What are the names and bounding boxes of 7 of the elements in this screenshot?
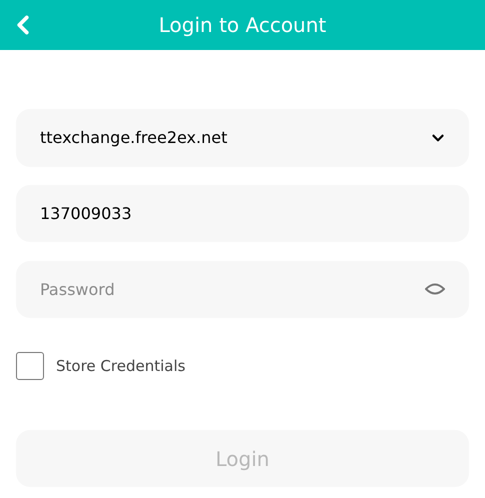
eye-icon[interactable] [425,283,445,295]
checkbox-label: Store Credentials [56,356,186,377]
login-field[interactable]: 137009033 [16,185,469,242]
server-dropdown[interactable]: ttexchange.free2ex.net [16,109,469,167]
window-title: Login to Account [158,12,326,39]
checkbox[interactable] [16,352,44,380]
password-field[interactable]: Password [16,261,469,318]
